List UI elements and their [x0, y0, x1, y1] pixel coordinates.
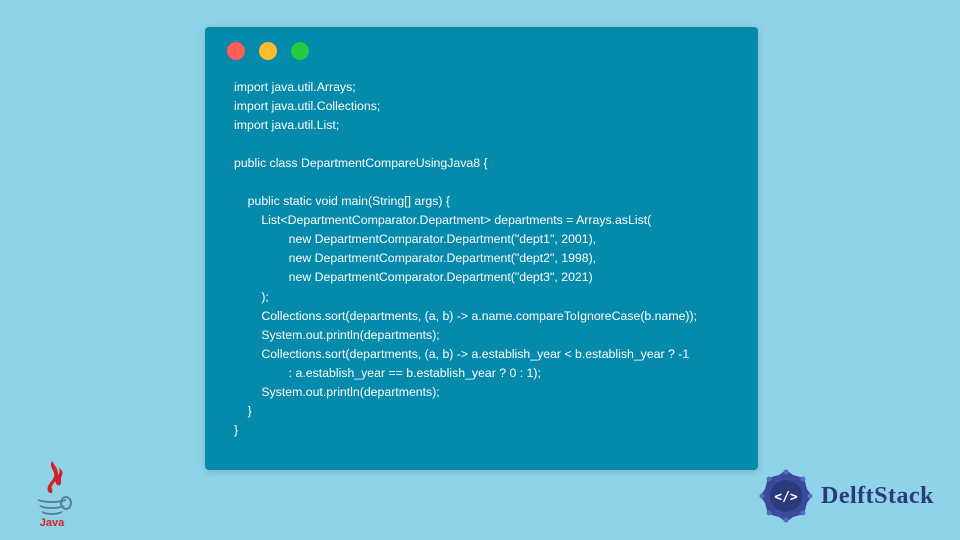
delftstack-text: DelftStack: [821, 483, 934, 510]
code-window: import java.util.Arrays; import java.uti…: [205, 27, 758, 470]
close-icon: [227, 42, 245, 60]
java-logo-text: Java: [40, 517, 65, 527]
maximize-icon: [291, 42, 309, 60]
svg-text:</>: </>: [774, 490, 798, 505]
code-block: import java.util.Arrays; import java.uti…: [205, 68, 758, 458]
java-logo-icon: Java: [28, 457, 76, 527]
delftstack-badge-icon: </>: [757, 467, 815, 525]
minimize-icon: [259, 42, 277, 60]
traffic-lights: [205, 27, 758, 68]
delftstack-logo: </> DelftStack: [757, 467, 934, 525]
